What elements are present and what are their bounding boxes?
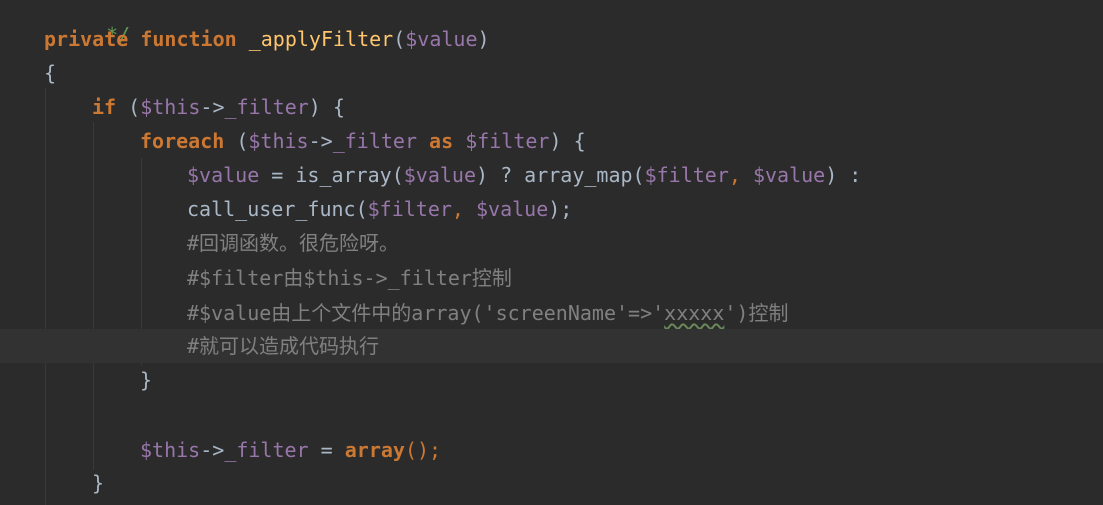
expression: = is_array(	[259, 163, 404, 187]
typo-underlined-word: xxxxx	[664, 301, 725, 325]
var-filter: $filter	[465, 129, 550, 153]
code-line: $this->_filter = array();	[0, 433, 1103, 467]
paren: )	[477, 27, 490, 51]
current-code-line[interactable]: #就可以造成代码执行	[0, 329, 1103, 363]
comment: ')控制	[724, 301, 789, 325]
var-value: $value	[476, 197, 549, 221]
keyword-array: array	[344, 438, 405, 462]
close-brace: }	[140, 368, 153, 392]
arrow-operator: ->	[200, 438, 225, 462]
var-value: $value	[752, 163, 826, 187]
comma: ,	[728, 163, 753, 187]
comma: ,	[451, 197, 477, 221]
expression: ) :	[825, 163, 862, 187]
function-name: _applyFilter	[248, 27, 394, 51]
code-line: }	[0, 466, 1103, 500]
expression: =	[308, 438, 345, 462]
expression: ) ? array_map(	[476, 163, 645, 187]
comment: #就可以造成代码执行	[187, 334, 380, 358]
paren: (	[128, 95, 141, 119]
param-value: $value	[405, 27, 478, 51]
code-line: {	[0, 56, 1103, 90]
var-this: $this	[140, 95, 201, 119]
expression: ();	[404, 438, 442, 462]
call-user-func: call_user_func(	[187, 197, 368, 221]
code-line: foreach ($this->_filter as $filter) {	[0, 124, 1103, 158]
var-filter: $filter	[367, 197, 452, 221]
keyword-as: as	[429, 129, 454, 153]
open-brace: {	[44, 61, 57, 85]
code-line: private function _applyFilter($value)	[0, 22, 1103, 56]
paren: (	[236, 129, 249, 153]
keyword-foreach: foreach	[140, 129, 225, 153]
keyword-if: if	[92, 95, 117, 119]
var-this: $this	[140, 438, 201, 462]
paren: ) {	[549, 129, 586, 153]
paren: ) {	[308, 95, 345, 119]
paren: (	[393, 27, 406, 51]
prop-filter: _filter	[332, 129, 417, 153]
close-brace: }	[92, 471, 105, 495]
code-editor[interactable]: */ private function _applyFilter($value)…	[0, 0, 1103, 505]
arrow-operator: ->	[200, 95, 225, 119]
keyword-private: private	[44, 27, 129, 51]
prop-filter: _filter	[224, 438, 309, 462]
code-line: */	[0, 0, 1103, 47]
var-filter: $filter	[644, 163, 729, 187]
code-line: }	[0, 363, 1103, 397]
code-line: if ($this->_filter) {	[0, 90, 1103, 124]
arrow-operator: ->	[308, 129, 333, 153]
code-line: $value = is_array($value) ? array_map($f…	[0, 158, 1103, 192]
code-line: call_user_func($filter, $value);	[0, 192, 1103, 226]
comment: #$filter由$this->_filter控制	[187, 266, 512, 290]
comment: #回调函数。很危险呀。	[187, 231, 400, 255]
var-value: $value	[187, 163, 260, 187]
var-value: $value	[403, 163, 476, 187]
expression: );	[548, 197, 573, 221]
prop-filter: _filter	[224, 95, 309, 119]
code-line: #回调函数。很危险呀。	[0, 226, 1103, 260]
code-line: #$filter由$this->_filter控制	[0, 261, 1103, 295]
keyword-function: function	[140, 27, 237, 51]
code-line: #$value由上个文件中的array('screenName'=>'xxxxx…	[0, 296, 1103, 330]
comment: #$value由上个文件中的array('screenName'=>'	[187, 301, 665, 325]
var-this: $this	[248, 129, 309, 153]
